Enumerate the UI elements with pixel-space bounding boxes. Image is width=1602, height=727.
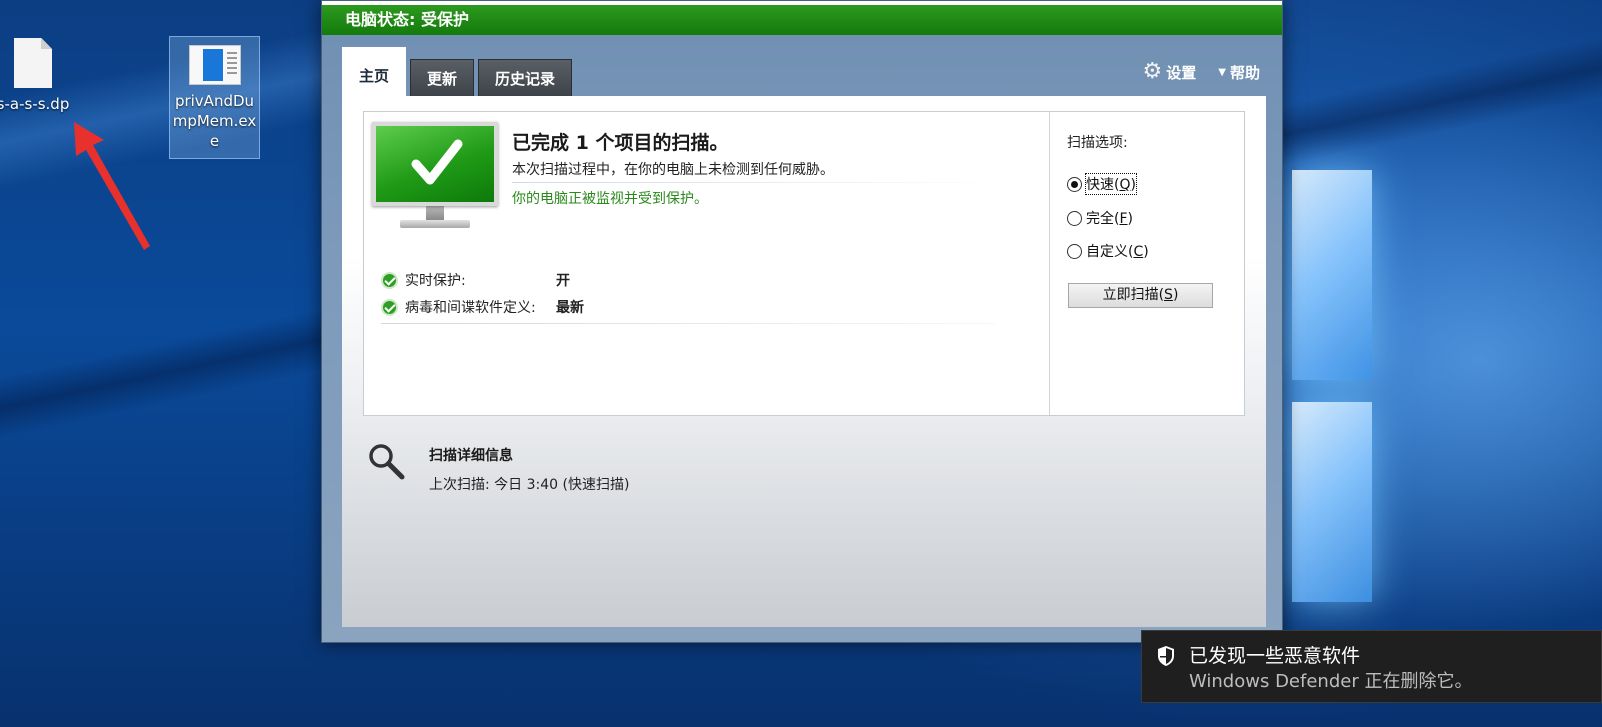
windows-logo-pane [1292,402,1372,602]
status-header: 电脑状态: 受保护 [322,5,1282,35]
panel-divider [1049,112,1050,415]
status-row-label: 实时保护: [405,273,466,289]
tab-bar: 主页 更新 历史记录 [342,47,573,97]
scan-options-title: 扫描选项: [1067,135,1128,151]
monitor-stand [426,206,444,220]
checkmark-icon [411,139,463,185]
malware-notification-toast[interactable]: 已发现一些恶意软件 Windows Defender 正在删除它。 [1141,630,1602,703]
monitor-base [400,220,470,228]
help-link[interactable]: ▼ 帮助 [1218,61,1260,83]
windows-logo-pane [1292,170,1372,380]
monitor-screen [372,122,498,206]
settings-label: 设置 [1166,63,1197,82]
toast-title: 已发现一些恶意软件 [1189,645,1361,667]
check-circle-icon [381,298,398,316]
status-row-value: 开 [556,273,570,289]
file-icon [14,38,52,88]
help-label: 帮助 [1229,63,1260,82]
top-links: ⚙ 设置 ▼ 帮助 [1143,61,1260,83]
divider [381,323,995,324]
scan-now-button[interactable]: 立即扫描(S) [1068,283,1213,308]
protected-monitor-icon [372,122,498,247]
tab-home[interactable]: 主页 [342,47,407,97]
tab-update[interactable]: 更新 [410,59,475,97]
settings-link[interactable]: ⚙ 设置 [1143,61,1197,83]
radio-label: 完全(F) [1086,211,1133,227]
definitions-row: 病毒和间谍软件定义: 最新 [381,297,584,317]
shield-icon [1158,646,1174,666]
protection-status-text: 你的电脑正被监视并受到保护。 [512,191,708,207]
executable-icon [188,45,241,85]
radio-icon[interactable] [1067,210,1082,226]
scan-result-title: 已完成 1 个项目的扫描。 [512,132,729,154]
red-arrow-annotation-icon [74,122,150,250]
divider [512,182,1002,183]
radio-label: 自定义(C) [1086,244,1149,260]
radio-label: 快速(Q) [1085,173,1137,195]
last-scan-text: 上次扫描: 今日 3:40 (快速扫描) [429,477,630,493]
scan-option-full[interactable]: 完全(F) [1067,208,1133,228]
check-circle-icon [381,271,398,289]
status-row-label: 病毒和间谍软件定义: [405,300,536,316]
status-row-value: 最新 [556,300,584,316]
scan-details-title: 扫描详细信息 [429,448,513,464]
realtime-protection-row: 实时保护: 开 [381,270,570,290]
home-tab-content: 已完成 1 个项目的扫描。 本次扫描过程中，在你的电脑上未检测到任何威胁。 你的… [342,96,1266,627]
scan-option-quick[interactable]: 快速(Q) [1067,173,1137,195]
radio-icon[interactable] [1067,243,1082,259]
gear-icon: ⚙ [1142,59,1163,84]
radio-selected-icon[interactable] [1067,176,1082,192]
caret-down-icon: ▼ [1218,66,1226,78]
desktop-icon-exe[interactable]: privAndDu mpMem.ex e [169,36,260,159]
scan-result-subtitle: 本次扫描过程中，在你的电脑上未检测到任何威胁。 [512,162,834,178]
search-icon [369,444,405,480]
scan-option-custom[interactable]: 自定义(C) [1067,241,1149,261]
defender-window: 电脑状态: 受保护 主页 更新 历史记录 ⚙ 设置 ▼ 帮助 已完成 1 个项目… [321,0,1283,643]
windows-logo-wallpaper [1282,150,1602,630]
tab-history[interactable]: 历史记录 [478,59,573,97]
desktop-icon-label: privAndDu mpMem.ex e [172,92,257,150]
status-panel: 已完成 1 个项目的扫描。 本次扫描过程中，在你的电脑上未检测到任何威胁。 你的… [363,111,1245,416]
desktop-icon-file[interactable]: s-a-s-s.dp [0,38,78,114]
toast-message: Windows Defender 正在删除它。 [1189,671,1473,692]
desktop-icon-label: s-a-s-s.dp [0,95,70,113]
